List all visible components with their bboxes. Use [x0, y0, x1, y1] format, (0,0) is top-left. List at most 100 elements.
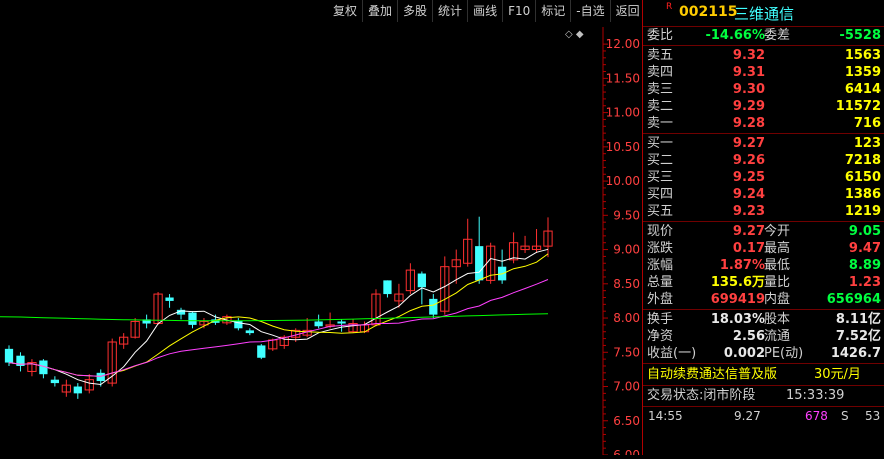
fund-label: 收益(一)	[647, 346, 697, 361]
price-axis-label: 8.00	[613, 311, 640, 325]
toolbar-button[interactable]: 复权	[328, 0, 362, 22]
buy-volume: 1386	[844, 187, 881, 202]
candle-body	[96, 372, 105, 382]
sell-price: 9.29	[732, 99, 765, 114]
candle-body	[188, 312, 197, 325]
price-axis-label: 6.50	[613, 414, 640, 428]
kline-chart[interactable]: 12.00 11.50 11.00 10.50 10.00 9.50 9.00 8.50 8.0…	[0, 0, 645, 459]
toolbar-button[interactable]: 统计	[432, 0, 467, 22]
sell-price: 9.31	[732, 65, 765, 80]
fund-value: 1426.7	[830, 346, 881, 361]
sell-label: 卖二	[647, 99, 674, 114]
buy-row[interactable]: 买一 9.27 123	[643, 135, 884, 152]
tick-side: S	[841, 409, 849, 423]
fund-label: 换手	[647, 312, 674, 327]
trade-status: 交易状态:闭市阶段 15:33:39	[643, 387, 884, 405]
weibi-value: -14.66%	[705, 28, 765, 43]
status-time: 15:33:39	[786, 388, 845, 403]
fund-label: 净资	[647, 329, 674, 344]
stat-label: 涨跌	[647, 241, 674, 256]
candle-body	[245, 330, 254, 334]
candle-body	[257, 345, 266, 358]
stat-label: 今开	[764, 224, 791, 239]
fund-label: PE(动)	[764, 346, 804, 361]
status-value: 闭市阶段	[703, 388, 756, 403]
tick-volume: 678	[805, 409, 828, 423]
tick-count: 53	[865, 409, 881, 423]
fund-label: 流通	[764, 329, 791, 344]
sell-label: 卖三	[647, 82, 674, 97]
candle-body	[475, 246, 484, 281]
tick-price: 9.27	[734, 409, 761, 423]
sell-row[interactable]: 卖二 9.29 11572	[643, 98, 884, 115]
candle-body	[337, 321, 346, 324]
sell-row[interactable]: 卖五 9.32 1563	[643, 47, 884, 64]
toolbar-button[interactable]: F10	[502, 0, 535, 22]
buy-row[interactable]: 买三 9.25 6150	[643, 169, 884, 186]
chart-toggle-icon[interactable]: ◇ ◆	[565, 29, 584, 40]
fund-value: 18.03%	[710, 312, 765, 327]
margin-mark: R	[666, 2, 673, 12]
sell-row[interactable]: 卖四 9.31 1359	[643, 64, 884, 81]
candle-body	[383, 280, 392, 295]
toolbar-button[interactable]: 多股	[397, 0, 432, 22]
toolbar-button[interactable]: 返回	[609, 0, 645, 22]
subscription-banner[interactable]: 自动续费通达信普及版 30元/月	[643, 365, 884, 384]
toolbar-button[interactable]: -自选	[570, 0, 609, 22]
stock-header[interactable]: R 002115 三维通信	[643, 0, 884, 27]
kline-svg[interactable]: 12.00 11.50 11.00 10.50 10.00 9.50 9.00 8.50 8.0…	[0, 0, 643, 459]
stat-label: 涨幅	[647, 258, 674, 273]
toolbar-button[interactable]: 标记	[535, 0, 570, 22]
fund-value: 0.002	[723, 346, 765, 361]
stat-label: 最低	[764, 258, 791, 273]
stat-row: 涨幅 1.87% 最低 8.89	[643, 257, 884, 274]
toolbar-button[interactable]: 画线	[467, 0, 502, 22]
toolbar-button[interactable]: 叠加	[362, 0, 397, 22]
stat-value: 9.05	[848, 224, 881, 239]
buy-label: 买一	[647, 136, 674, 151]
stat-row: 现价 9.27 今开 9.05	[643, 223, 884, 240]
buy-book: 买一 9.27 123 买二 9.26 7218 买三 9.25 6150 买四 9.24 1386 买…	[643, 135, 884, 220]
buy-row[interactable]: 买四 9.24 1386	[643, 186, 884, 203]
price-axis-label: 10.00	[606, 174, 640, 188]
ma10-line	[8, 253, 549, 377]
stat-row: 外盘 699419 内盘 656964	[643, 291, 884, 308]
quote-panel: R 002115 三维通信 委比 -14.66% 委差 -5528 卖五 9.32…	[643, 0, 884, 455]
sell-label: 卖一	[647, 116, 674, 131]
candle-body	[50, 379, 60, 384]
ma5-line	[8, 248, 549, 386]
fundamental-row: 收益(一) 0.002 PE(动) 1426.7	[643, 345, 884, 362]
buy-price: 9.25	[732, 170, 765, 185]
fund-value: 2.56	[732, 329, 765, 344]
sell-row[interactable]: 卖三 9.30 6414	[643, 81, 884, 98]
tick-time: 14:55	[648, 409, 683, 423]
price-axis-label: 6.00	[613, 448, 640, 455]
stats-block: 现价 9.27 今开 9.05 涨跌 0.17 最高 9.47 涨幅 1.87% 最低 8.89 总量 1…	[643, 223, 884, 308]
stat-value: 656964	[826, 292, 881, 307]
stat-value: 1.87%	[719, 258, 765, 273]
stat-row: 总量 135.6万 量比 1.23	[643, 274, 884, 291]
buy-price: 9.24	[732, 187, 765, 202]
divider	[643, 406, 884, 407]
fund-label: 股本	[764, 312, 791, 327]
divider	[643, 45, 884, 46]
sell-price: 9.30	[732, 82, 765, 97]
stock-code: 002115	[679, 4, 738, 20]
buy-row[interactable]: 买五 9.23 1219	[643, 203, 884, 220]
stat-label: 量比	[764, 275, 791, 290]
stat-value: 1.23	[848, 275, 881, 290]
stat-value: 9.27	[732, 224, 765, 239]
sell-label: 卖五	[647, 48, 674, 63]
stat-label: 总量	[647, 275, 674, 290]
price-axis-label: 7.00	[613, 380, 640, 394]
price-axis-label: 12.00	[606, 37, 640, 51]
buy-row[interactable]: 买二 9.26 7218	[643, 152, 884, 169]
chart-toolbar: 复权 叠加 多股 统计 画线 F10 标记 -自选 返回	[328, 0, 645, 22]
price-axis-label: 7.50	[613, 345, 640, 359]
candle-body	[4, 348, 14, 363]
sell-volume: 6414	[844, 82, 881, 97]
fund-value: 8.11亿	[835, 312, 881, 327]
ma60-line	[0, 313, 549, 322]
sell-row[interactable]: 卖一 9.28 716	[643, 115, 884, 132]
divider	[643, 221, 884, 222]
